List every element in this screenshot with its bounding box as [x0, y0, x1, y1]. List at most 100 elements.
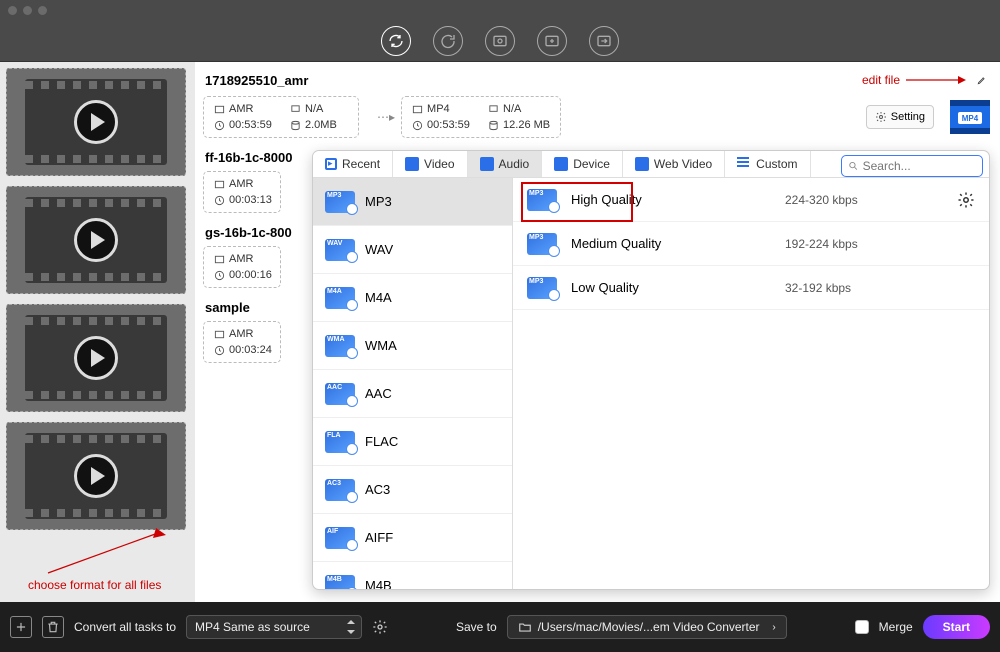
- format-picker-popover: Recent Video Audio Device Web Video Cust…: [312, 150, 990, 590]
- task-setting-button[interactable]: Setting: [866, 105, 934, 129]
- toolbar-film-convert-icon[interactable]: [589, 26, 619, 56]
- top-toolbar: [0, 20, 1000, 62]
- search-icon: [848, 160, 859, 172]
- format-search-input[interactable]: [863, 159, 976, 173]
- task-title-row: 1718925510_amr edit file: [205, 70, 992, 90]
- format-name: AC3: [365, 482, 390, 497]
- annotation-choose-format: choose format for all files: [28, 528, 168, 592]
- format-badge-icon: AC3: [325, 479, 355, 501]
- format-search-box[interactable]: [841, 155, 983, 177]
- quality-item[interactable]: MP3 Low Quality 32-192 kbps: [513, 266, 989, 310]
- annotation-edit-file: edit file: [862, 70, 992, 90]
- delete-task-button[interactable]: [42, 616, 64, 638]
- format-badge-icon: MP3: [325, 191, 355, 213]
- output-format-badge[interactable]: MP4: [948, 98, 992, 136]
- audio-icon: [480, 157, 494, 171]
- quality-settings-button[interactable]: [957, 191, 975, 209]
- quality-bitrate: 32-192 kbps: [785, 281, 975, 295]
- toolbar-film-settings-icon[interactable]: [485, 26, 515, 56]
- source-format-box: AMR 00:53:59 N/A 2.0MB: [203, 96, 359, 138]
- merge-checkbox[interactable]: [855, 620, 869, 634]
- traffic-light-close[interactable]: [8, 6, 17, 15]
- format-name: M4B: [365, 578, 392, 590]
- play-icon[interactable]: [74, 100, 118, 144]
- format-name: M4A: [365, 290, 392, 305]
- video-icon: [405, 157, 419, 171]
- convert-all-settings-button[interactable]: [372, 619, 388, 635]
- source-format-box: AMR 00:03:24: [203, 321, 281, 363]
- traffic-light-minimize[interactable]: [23, 6, 32, 15]
- quality-list[interactable]: MP3 High Quality 224-320 kbps MP3 Medium Qua…: [513, 178, 989, 590]
- task-title: 1718925510_amr: [205, 73, 308, 88]
- convert-all-select[interactable]: MP4 Same as source: [186, 615, 362, 639]
- format-badge-icon: MP3: [527, 277, 557, 299]
- format-name: AIFF: [365, 530, 393, 545]
- task-thumbnail[interactable]: [6, 68, 186, 176]
- task-thumbnail[interactable]: [6, 422, 186, 530]
- add-task-button[interactable]: [10, 616, 32, 638]
- web-video-icon: [635, 157, 649, 171]
- edit-file-button[interactable]: [972, 70, 992, 90]
- toolbar-sync-icon[interactable]: [381, 26, 411, 56]
- format-item-wma[interactable]: WMA WMA: [313, 322, 512, 370]
- format-item-flac[interactable]: FLA FLAC: [313, 418, 512, 466]
- task-thumbnail[interactable]: [6, 186, 186, 294]
- save-to-path[interactable]: /Users/mac/Movies/...em Video Converter …: [507, 615, 787, 639]
- format-item-wav[interactable]: WAV WAV: [313, 226, 512, 274]
- thumbnail-column: [0, 62, 195, 602]
- chevron-right-icon: ›: [772, 622, 775, 633]
- format-badge-icon: MP3: [527, 189, 557, 211]
- convert-arrow-icon: ⋯▸: [377, 110, 395, 124]
- tab-device[interactable]: Device: [542, 151, 623, 177]
- task-thumbnail[interactable]: [6, 304, 186, 412]
- format-item-mp3[interactable]: MP3 MP3: [313, 178, 512, 226]
- quality-name: High Quality: [571, 192, 771, 207]
- format-badge-icon: FLA: [325, 431, 355, 453]
- quality-item[interactable]: MP3 High Quality 224-320 kbps: [513, 178, 989, 222]
- format-name: WAV: [365, 242, 393, 257]
- tab-web-video[interactable]: Web Video: [623, 151, 725, 177]
- convert-all-label: Convert all tasks to: [74, 620, 176, 634]
- svg-text:MP4: MP4: [962, 114, 979, 123]
- format-picker-tabs: Recent Video Audio Device Web Video Cust…: [313, 151, 989, 178]
- format-badge-icon: WMA: [325, 335, 355, 357]
- tab-recent[interactable]: Recent: [313, 151, 393, 177]
- format-badge-icon: M4A: [325, 287, 355, 309]
- format-name: AAC: [365, 386, 392, 401]
- traffic-light-zoom[interactable]: [38, 6, 47, 15]
- quality-bitrate: 192-224 kbps: [785, 237, 975, 251]
- start-button[interactable]: Start: [923, 615, 990, 639]
- source-format-box: AMR 00:00:16: [203, 246, 281, 288]
- quality-name: Medium Quality: [571, 236, 771, 251]
- format-item-m4b[interactable]: M4B M4B: [313, 562, 512, 590]
- target-format-box: MP4 00:53:59 N/A 12.26 MB: [401, 96, 561, 138]
- toolbar-film-plus-icon[interactable]: [537, 26, 567, 56]
- format-badge-icon: M4B: [325, 575, 355, 591]
- format-item-m4a[interactable]: M4A M4A: [313, 274, 512, 322]
- format-name: WMA: [365, 338, 397, 353]
- format-item-ac3[interactable]: AC3 AC3: [313, 466, 512, 514]
- toolbar-refresh-icon[interactable]: [433, 26, 463, 56]
- format-item-aac[interactable]: AACAAC: [313, 370, 512, 418]
- format-name: MP3: [365, 194, 392, 209]
- play-icon[interactable]: [74, 454, 118, 498]
- source-format-box: AMR 00:03:13: [203, 171, 281, 213]
- format-list[interactable]: MP3 MP3 WAV WAV M4A M4A WMA WMA AACAAC FLA FLAC AC3…: [313, 178, 513, 590]
- play-icon[interactable]: [74, 336, 118, 380]
- folder-icon: [518, 620, 532, 634]
- quality-item[interactable]: MP3 Medium Quality 192-224 kbps: [513, 222, 989, 266]
- format-badge-icon: AIF: [325, 527, 355, 549]
- format-name: FLAC: [365, 434, 398, 449]
- bottom-bar: Convert all tasks to MP4 Same as source …: [0, 602, 1000, 652]
- format-badge-icon: WAV: [325, 239, 355, 261]
- merge-label: Merge: [879, 620, 913, 634]
- tab-audio[interactable]: Audio: [468, 151, 543, 177]
- custom-icon: [737, 157, 751, 171]
- format-badge-icon: MP3: [527, 233, 557, 255]
- quality-bitrate: 224-320 kbps: [785, 193, 943, 207]
- play-icon[interactable]: [74, 218, 118, 262]
- tab-video[interactable]: Video: [393, 151, 467, 177]
- tab-custom[interactable]: Custom: [725, 151, 810, 177]
- format-item-aiff[interactable]: AIF AIFF: [313, 514, 512, 562]
- quality-name: Low Quality: [571, 280, 771, 295]
